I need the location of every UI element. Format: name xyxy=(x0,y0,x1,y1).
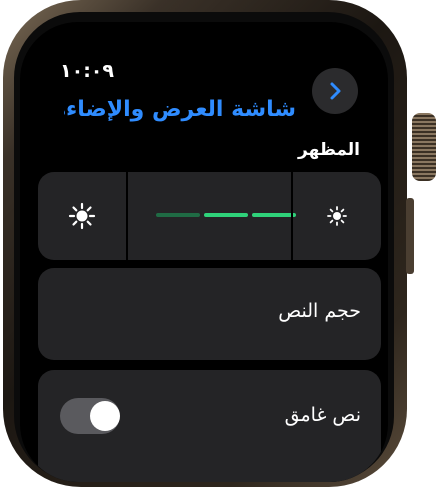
brightness-segment xyxy=(156,213,200,217)
digital-crown[interactable] xyxy=(412,113,436,181)
page-title: شاشة العرض والإضاءة xyxy=(64,97,296,122)
watch-screen: ١٠:٠٩ شاشة العرض والإضاءة المظهر حجم الن… xyxy=(20,22,388,482)
toggle-knob xyxy=(90,401,120,431)
divider xyxy=(126,172,128,260)
chevron-icon xyxy=(330,82,341,100)
side-button[interactable] xyxy=(406,198,414,274)
bold-text-label: نص غامق xyxy=(284,404,361,426)
brightness-decrease-button[interactable] xyxy=(293,172,381,260)
back-button[interactable] xyxy=(312,68,358,114)
brightness-control[interactable] xyxy=(38,172,381,260)
sun-small-icon xyxy=(327,206,347,226)
status-time: ١٠:٠٩ xyxy=(60,60,114,82)
text-size-row[interactable]: حجم النص xyxy=(38,268,381,360)
appearance-label: المظهر xyxy=(298,140,360,160)
sun-large-icon xyxy=(68,202,96,230)
bold-text-toggle[interactable] xyxy=(60,398,120,434)
text-size-label: حجم النص xyxy=(278,300,361,322)
brightness-segment xyxy=(252,213,296,217)
brightness-increase-button[interactable] xyxy=(38,172,126,260)
bold-text-row[interactable]: نص غامق xyxy=(38,370,381,482)
brightness-segment xyxy=(204,213,248,217)
